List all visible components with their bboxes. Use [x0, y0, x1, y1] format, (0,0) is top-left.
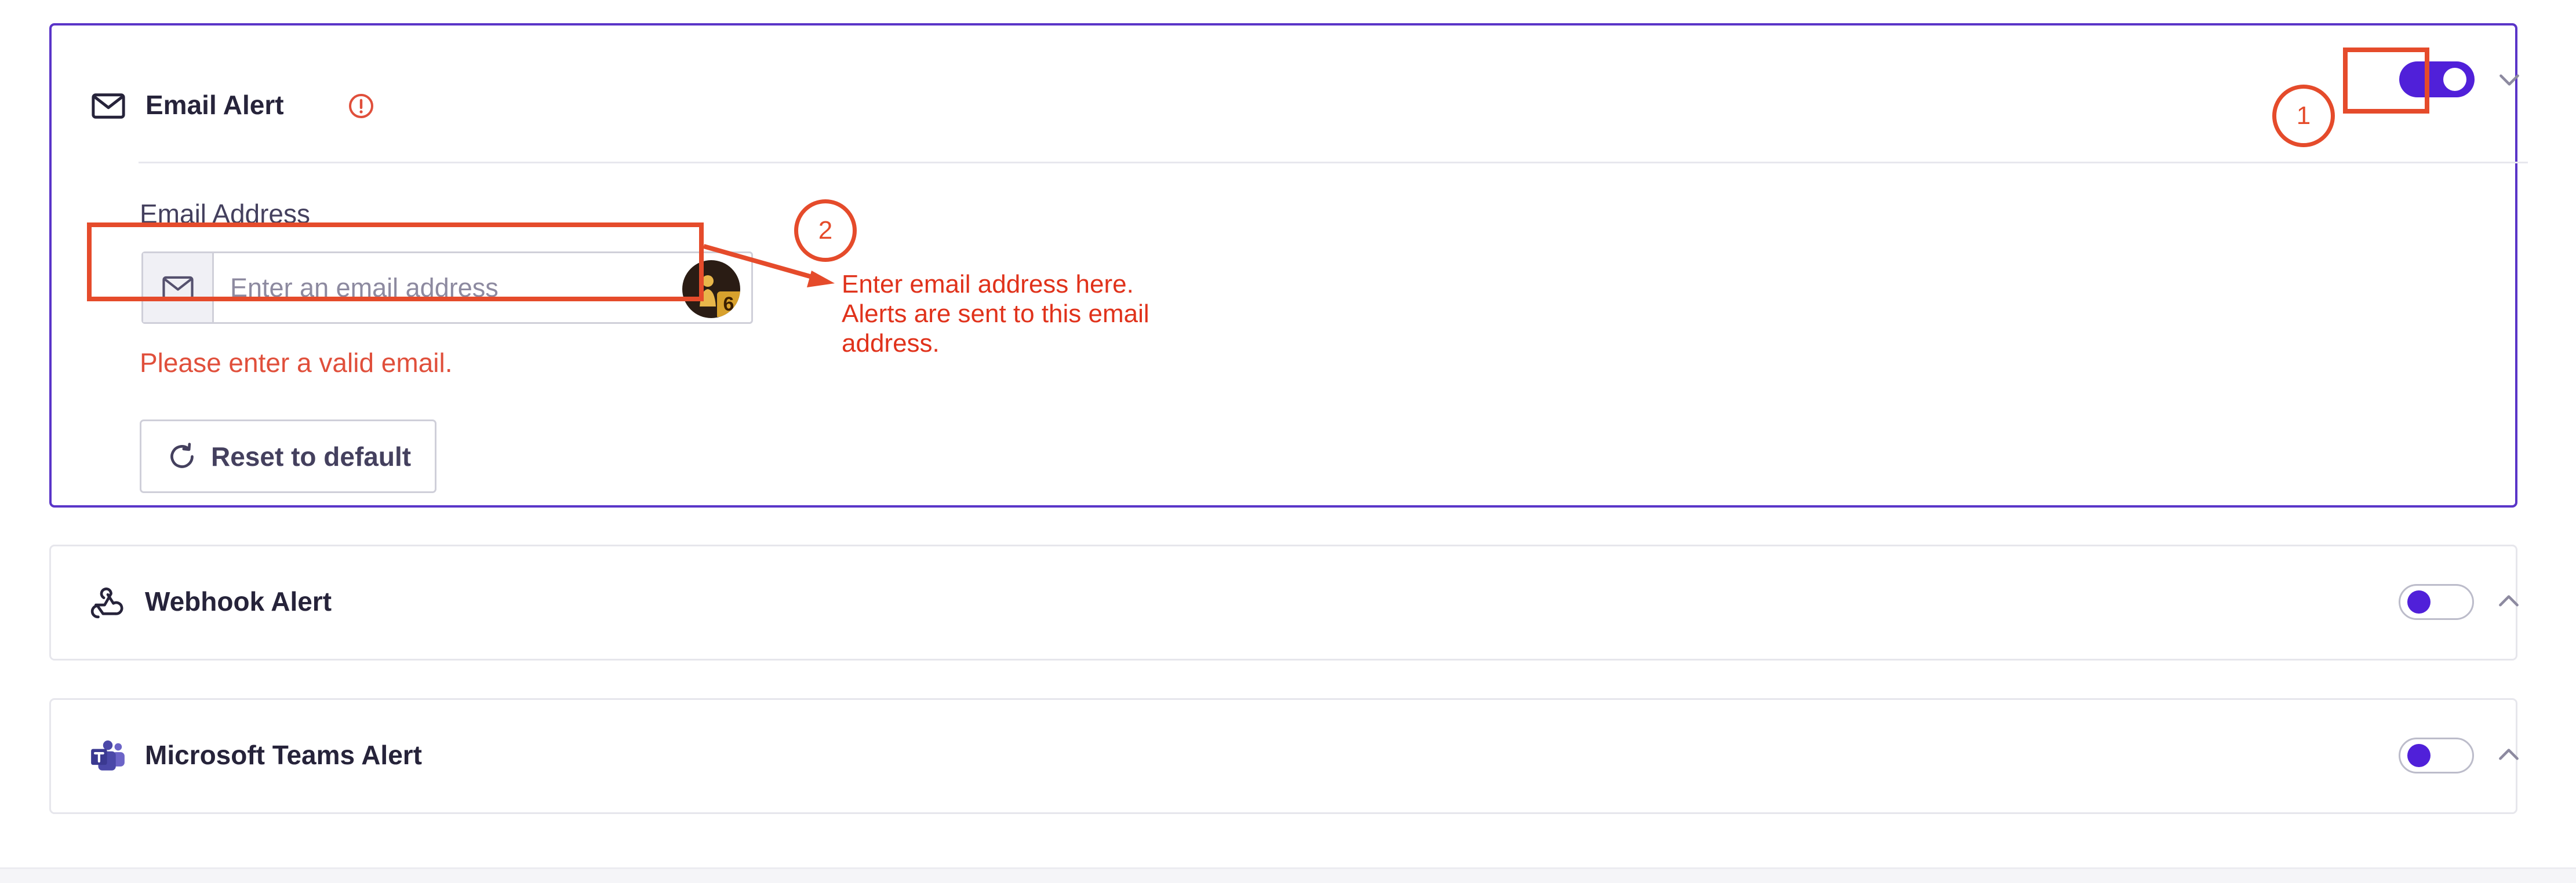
annotation-arrow [703, 244, 835, 287]
annotation-note-line: Alerts are sent to this email [842, 300, 1149, 328]
annotation-note-line: Enter email address here. [842, 270, 1134, 298]
annotation-note: Enter email address here. Alerts are sen… [842, 269, 1213, 358]
annotation-note-line: address. [842, 329, 940, 357]
